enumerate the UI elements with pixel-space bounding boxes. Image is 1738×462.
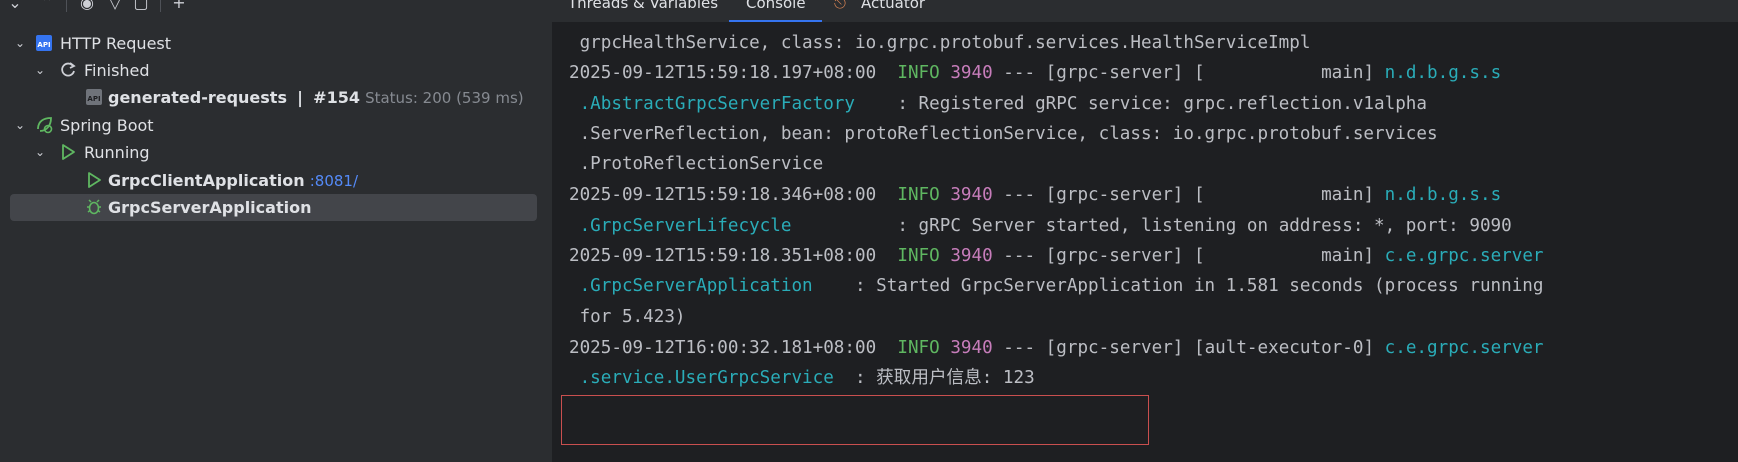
tree-item-finished[interactable]: ⌄ Finished [0, 57, 552, 84]
console-line: grpcHealthService, class: io.grpc.protob… [569, 32, 1311, 54]
console-line: .ServerReflection, bean: protoReflection… [569, 123, 1438, 145]
console-line: .AbstractGrpcServerFactory : Registered … [569, 93, 1427, 115]
svg-text:API: API [87, 95, 100, 103]
console-text: .ServerReflection, bean: protoReflection… [569, 124, 1438, 144]
log-timestamp: 2025-09-12T15:59:18.197+08:00 [569, 63, 877, 83]
tab-threads-variables[interactable]: Threads & Variables [568, 0, 718, 12]
tab-console[interactable]: Console [746, 0, 806, 12]
log-pid: 3940 [950, 63, 993, 83]
log-logger[interactable]: .AbstractGrpcServerFactory [569, 94, 855, 114]
log-logger[interactable]: .service.UserGrpcService [569, 368, 834, 388]
log-message: : Registered gRPC service: grpc.reflecti… [855, 94, 1427, 114]
tree-item-http-request[interactable]: ⌄ API HTTP Request [0, 30, 552, 57]
tree-item-separator: | [297, 88, 303, 107]
refresh-icon [58, 60, 78, 80]
log-message: : gRPC Server started, listening on addr… [791, 216, 1512, 236]
console-line: 2025-09-12T15:59:18.346+08:00 INFO 3940 … [569, 184, 1501, 206]
tree-item-label: GrpcServerApplication [108, 198, 312, 217]
console-text: .ProtoReflectionService [569, 154, 824, 174]
log-level: INFO [897, 338, 940, 358]
services-toolbar: ⌄ ⌃ ◉ ▽ ▢ + [0, 0, 552, 16]
log-level: INFO [897, 63, 940, 83]
tree-item-running[interactable]: ⌄ Running [0, 139, 552, 166]
annotation-highlight-box [561, 395, 1149, 445]
console-text: grpcHealthService, class: io.grpc.protob… [569, 33, 1311, 53]
tree-item-grpc-client-application[interactable]: GrpcClientApplication :8081/ [0, 167, 552, 194]
eye-icon[interactable]: ◉ [76, 0, 98, 14]
log-pid: 3940 [950, 338, 993, 358]
toolbar-divider [160, 0, 161, 12]
spring-boot-icon [34, 115, 54, 135]
tree-item-label: Running [84, 143, 150, 162]
console-line: .service.UserGrpcService : 获取用户信息: 123 [569, 367, 1035, 389]
tree-item-label-group: generated-requests | #154 Status: 200 (5… [108, 88, 524, 107]
console-line: 2025-09-12T15:59:18.197+08:00 INFO 3940 … [569, 62, 1501, 84]
console-text: for 5.423) [569, 307, 686, 327]
log-logger[interactable]: n.d.b.g.s.s [1385, 63, 1502, 83]
tree-item-label-group: GrpcClientApplication :8081/ [108, 171, 358, 190]
console-line: 2025-09-12T15:59:18.351+08:00 INFO 3940 … [569, 245, 1544, 267]
log-logger[interactable]: .GrpcServerLifecycle [569, 216, 792, 236]
expand-all-icon[interactable]: ⌄ [4, 0, 26, 14]
log-timestamp: 2025-09-12T15:59:18.351+08:00 [569, 246, 877, 266]
log-pid: 3940 [950, 185, 993, 205]
tree-item-label: Finished [84, 61, 150, 80]
tab-actuator[interactable]: Actuator [861, 0, 925, 12]
log-message: : Started GrpcServerApplication in 1.581… [812, 276, 1544, 296]
chevron-down-icon[interactable]: ⌄ [33, 63, 47, 77]
tree-item-label: HTTP Request [60, 34, 172, 53]
log-level: INFO [897, 185, 940, 205]
request-number: #154 [313, 88, 360, 107]
console-line: .ProtoReflectionService [569, 153, 824, 175]
chevron-down-icon[interactable]: ⌄ [13, 118, 27, 132]
tree-item-label: Spring Boot [60, 116, 154, 135]
log-thread: --- [grpc-server] [ main] [992, 185, 1385, 205]
api-icon: API [34, 33, 54, 53]
chevron-down-icon[interactable]: ⌄ [13, 36, 27, 50]
tree-item-label-group: GrpcServerApplication [108, 198, 311, 217]
debug-bug-icon [84, 197, 104, 217]
tree-item-label: generated-requests [108, 88, 287, 107]
run-icon [58, 142, 78, 162]
log-logger[interactable]: c.e.grpc.server [1385, 338, 1544, 358]
filter-icon[interactable]: ▽ [104, 0, 126, 14]
add-icon[interactable]: + [168, 0, 190, 14]
tree-item-grpc-server-application[interactable]: GrpcServerApplication [0, 194, 552, 221]
new-tab-icon[interactable]: ▢ [130, 0, 152, 14]
log-logger[interactable]: c.e.grpc.server [1385, 246, 1544, 266]
log-message: : 获取用户信息: 123 [833, 368, 1035, 388]
services-panel: ⌄ ⌃ ◉ ▽ ▢ + ⌄ API HTTP Request ⌄ Finishe… [0, 0, 552, 462]
run-icon [84, 170, 104, 190]
svg-text:API: API [37, 41, 50, 49]
log-logger[interactable]: n.d.b.g.s.s [1385, 185, 1502, 205]
tree-item-label: GrpcClientApplication [108, 171, 305, 190]
console-line: .GrpcServerLifecycle : gRPC Server start… [569, 215, 1512, 237]
console-line: for 5.423) [569, 306, 686, 328]
tool-window-tabs: Threads & Variables Console ⎋ Actuator [552, 0, 1738, 22]
log-timestamp: 2025-09-12T16:00:32.181+08:00 [569, 338, 877, 358]
actuator-icon: ⎋ [834, 0, 846, 12]
console-line: .GrpcServerApplication : Started GrpcSer… [569, 275, 1544, 297]
log-thread: --- [grpc-server] [ main] [992, 63, 1385, 83]
log-thread: --- [grpc-server] [ault-executor-0] [992, 338, 1385, 358]
tree-item-spring-boot[interactable]: ⌄ Spring Boot [0, 112, 552, 139]
toolbar-divider [66, 0, 67, 12]
log-pid: 3940 [950, 246, 993, 266]
log-timestamp: 2025-09-12T15:59:18.346+08:00 [569, 185, 877, 205]
api-file-icon: API [84, 87, 104, 107]
request-status: Status: 200 (539 ms) [365, 89, 524, 107]
log-logger[interactable]: .GrpcServerApplication [569, 276, 813, 296]
chevron-down-icon[interactable]: ⌄ [33, 145, 47, 159]
port-link[interactable]: :8081/ [310, 172, 358, 190]
log-thread: --- [grpc-server] [ main] [992, 246, 1385, 266]
console-line: 2025-09-12T16:00:32.181+08:00 INFO 3940 … [569, 337, 1544, 359]
collapse-all-icon[interactable]: ⌃ [36, 0, 58, 14]
tree-item-generated-requests[interactable]: API generated-requests | #154 Status: 20… [0, 84, 552, 111]
log-level: INFO [897, 246, 940, 266]
